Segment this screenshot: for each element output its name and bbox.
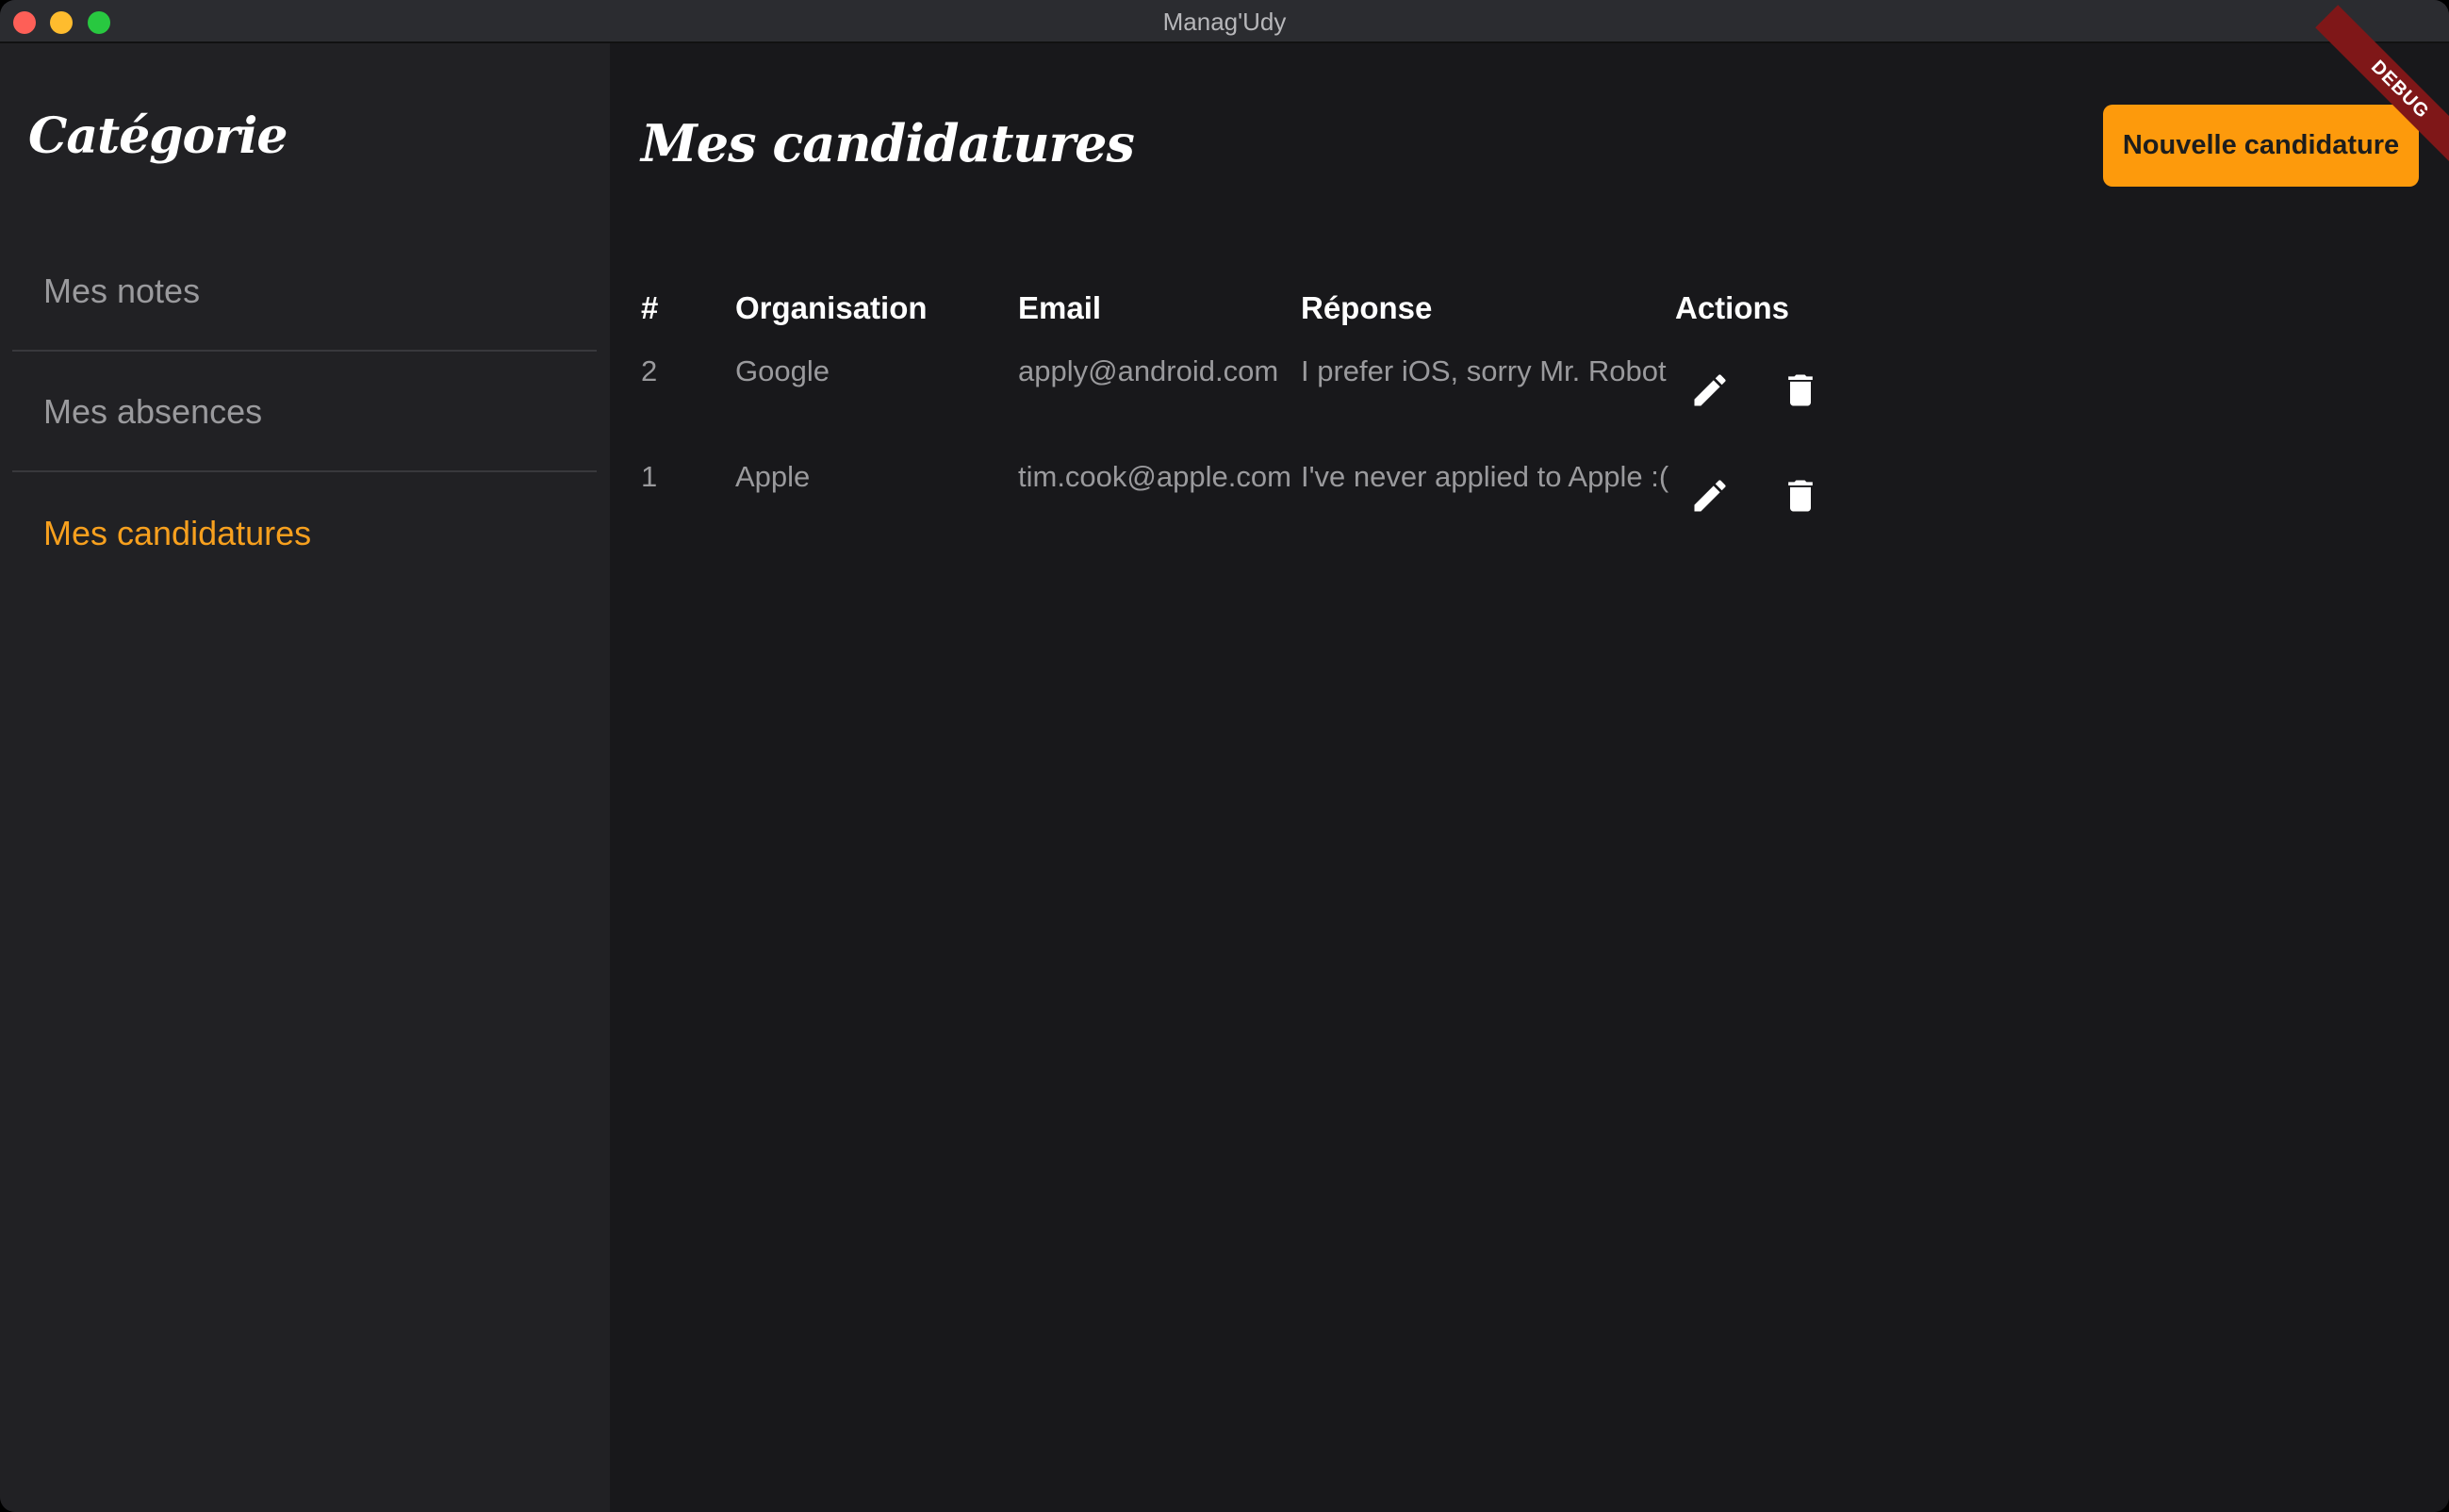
title-bar: Manag'Udy bbox=[0, 0, 2449, 43]
column-header-response: Réponse bbox=[1301, 290, 1433, 325]
page-title: Mes candidatures bbox=[641, 113, 1135, 173]
sidebar-title: Catégorie bbox=[28, 107, 288, 165]
cell-response: I prefer iOS, sorry Mr. Robot bbox=[1301, 354, 1667, 387]
sidebar: Catégorie Mes notes Mes absences Mes can… bbox=[0, 43, 610, 1512]
sidebar-item-candidatures[interactable]: Mes candidatures bbox=[12, 473, 597, 593]
column-header-id: # bbox=[641, 290, 659, 325]
cell-id: 2 bbox=[641, 354, 658, 387]
cell-response: I've never applied to Apple :( bbox=[1301, 460, 1669, 493]
column-header-organisation: Organisation bbox=[735, 290, 928, 325]
new-application-button[interactable]: Nouvelle candidature bbox=[2103, 105, 2419, 187]
sidebar-item-notes[interactable]: Mes notes bbox=[12, 232, 597, 352]
sidebar-item-label: Mes notes bbox=[43, 271, 201, 310]
sidebar-item-absences[interactable]: Mes absences bbox=[12, 353, 597, 472]
cell-email: tim.cook@apple.com bbox=[1018, 460, 1291, 493]
sidebar-item-label: Mes absences bbox=[43, 391, 263, 431]
cell-email: apply@android.com bbox=[1018, 354, 1279, 387]
cell-organisation: Apple bbox=[735, 460, 811, 493]
edit-icon[interactable] bbox=[1684, 364, 1736, 417]
column-header-actions: Actions bbox=[1675, 290, 1790, 325]
window-title: Manag'Udy bbox=[1162, 8, 1287, 36]
edit-icon[interactable] bbox=[1684, 469, 1736, 522]
cell-id: 1 bbox=[641, 460, 658, 493]
main-content: Mes candidatures Nouvelle candidature DE… bbox=[610, 5, 2449, 1512]
sidebar-item-label: Mes candidatures bbox=[43, 513, 312, 552]
column-header-email: Email bbox=[1018, 290, 1102, 325]
delete-icon[interactable] bbox=[1774, 469, 1827, 522]
delete-icon[interactable] bbox=[1774, 364, 1827, 417]
app-window: Manag'Udy Catégorie Mes notes Mes absenc… bbox=[0, 0, 2449, 1512]
cell-organisation: Google bbox=[735, 354, 830, 387]
